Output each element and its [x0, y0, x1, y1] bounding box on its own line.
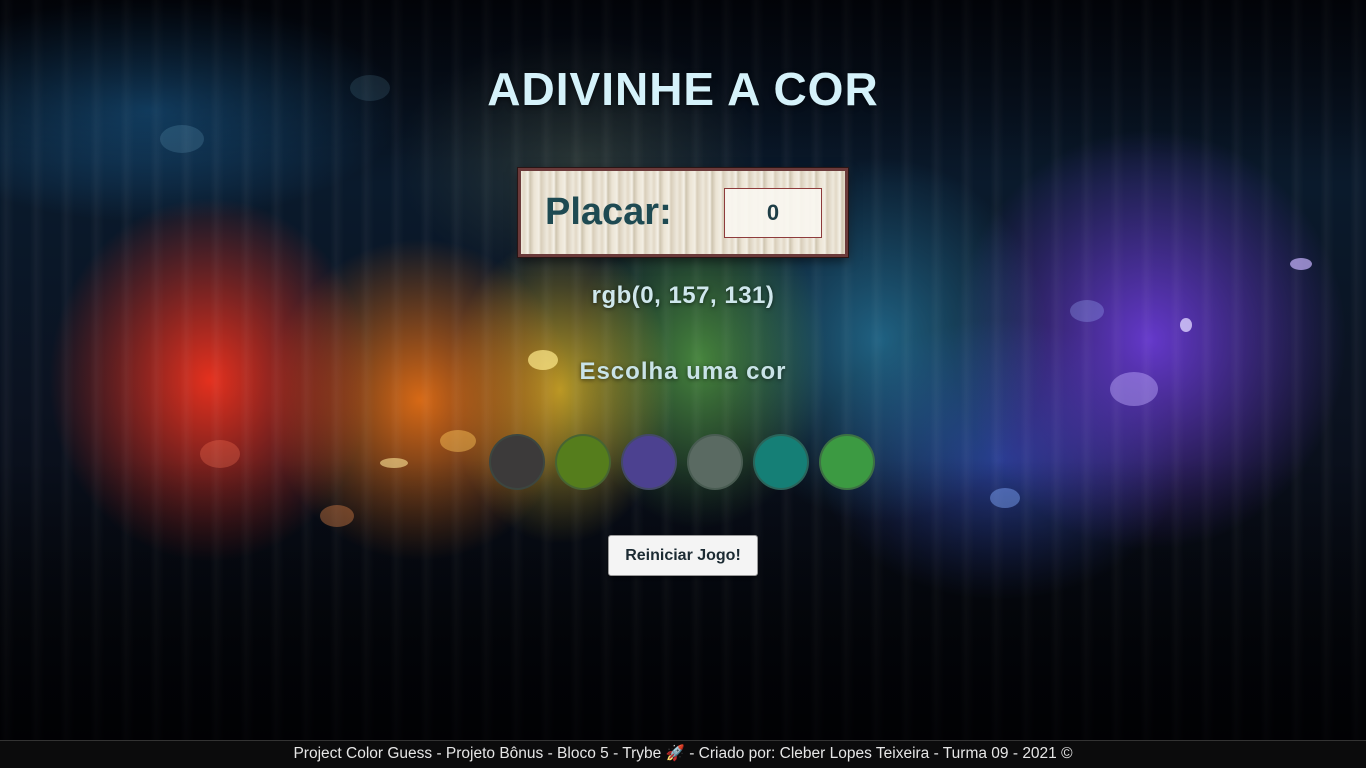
bokeh-light: [1290, 258, 1312, 270]
bokeh-light: [1180, 318, 1192, 332]
score-value: 0: [724, 188, 822, 238]
color-balls: [489, 434, 877, 490]
answer-text: Escolha uma cor: [579, 358, 787, 385]
page-title: ADIVINHE A COR: [487, 63, 879, 115]
rgb-color-text: rgb(0, 157, 131): [591, 282, 775, 309]
color-ball-2[interactable]: [555, 434, 611, 490]
bokeh-light: [320, 505, 354, 527]
bokeh-light: [990, 488, 1020, 508]
footer: Project Color Guess - Projeto Bônus - Bl…: [0, 740, 1366, 768]
bokeh-light: [440, 430, 476, 452]
bokeh-light: [160, 125, 204, 153]
color-ball-4[interactable]: [687, 434, 743, 490]
color-ball-6[interactable]: [819, 434, 875, 490]
score-label: Placar:: [545, 191, 672, 233]
color-ball-3[interactable]: [621, 434, 677, 490]
score-board: Placar: 0: [518, 168, 848, 257]
color-ball-1[interactable]: [489, 434, 545, 490]
reset-game-button[interactable]: Reiniciar Jogo!: [608, 535, 758, 576]
bokeh-light: [380, 458, 408, 468]
color-ball-5[interactable]: [753, 434, 809, 490]
bokeh-light: [200, 440, 240, 468]
